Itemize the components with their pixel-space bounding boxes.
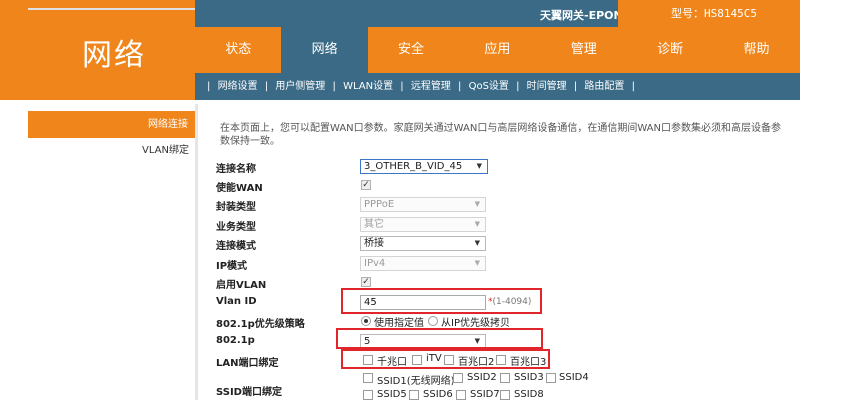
connection-mode-value: 桥接 (364, 238, 384, 249)
use-specified-radio[interactable] (361, 316, 371, 326)
connection-name-label: 连接名称 (216, 164, 256, 175)
ssid-binding-label: SSID端口绑定 (216, 387, 282, 398)
sidebar-item-network-connection[interactable]: 网络连接 (28, 111, 195, 138)
chevron-down-icon: ▼ (474, 239, 480, 247)
ssid-label: SSID8 (514, 389, 544, 400)
ssid-label: SSID7 (470, 389, 500, 400)
ssid-checkbox[interactable] (453, 373, 463, 383)
subnav-item-remote[interactable]: 远程管理 (411, 81, 451, 92)
connection-name-value: 3_OTHER_B_VID_45 (364, 161, 463, 172)
vlan-id-label: Vlan ID (216, 296, 257, 307)
row-ssid-binding: SSID端口绑定 SSID1(无线网络) SSID2 SSID3 SSID4 S… (213, 371, 613, 400)
logo-area: 网络 (0, 0, 195, 100)
chevron-down-icon: ▼ (474, 200, 480, 208)
sub-nav: | 网络设置 | 用户侧管理 | WLAN设置 | 远程管理 | QoS设置 |… (195, 73, 800, 100)
page-description: 在本页面上，您可以配置WAN口参数。家庭网关通过WAN口与高层网络设备通信，在通… (220, 123, 781, 147)
connection-name-select[interactable]: 3_OTHER_B_VID_45 ▼ (360, 159, 488, 174)
subnav-item-routing[interactable]: 路由配置 (584, 81, 624, 92)
main-nav: 状态 网络 安全 应用 管理 诊断 帮助 (195, 27, 800, 73)
subnav-separator: | (631, 81, 635, 92)
tab-diagnosis[interactable]: 诊断 (627, 27, 713, 73)
subnav-item-user-side[interactable]: 用户侧管理 (275, 81, 325, 92)
wan-config-panel: 在本页面上，您可以配置WAN口参数。家庭网关通过WAN口与高层网络设备通信，在通… (205, 100, 805, 400)
sidebar: 网络连接 VLAN绑定 (0, 100, 195, 400)
service-type-select[interactable]: 其它 ▼ (360, 217, 486, 232)
ssid-checkbox[interactable] (500, 390, 510, 400)
subnav-separator: | (400, 81, 404, 92)
header-right-blank (800, 0, 855, 100)
enable-wan-label: 使能WAN (216, 183, 263, 194)
row-connection-mode: 连接模式 桥接 ▼ (213, 234, 563, 254)
tab-status[interactable]: 状态 (195, 27, 281, 73)
highlight-box-vlan-id (341, 288, 542, 314)
subnav-item-time[interactable]: 时间管理 (527, 81, 567, 92)
enable-vlan-checkbox[interactable]: ✓ (361, 277, 371, 287)
subnav-separator: | (458, 81, 462, 92)
highlight-box-dot1p (336, 328, 543, 349)
sidebar-top-divider (28, 8, 195, 10)
ip-mode-value: IPv4 (364, 258, 386, 269)
ip-mode-select[interactable]: IPv4 ▼ (360, 256, 486, 271)
device-model: 型号：HS8145C5 (618, 0, 800, 27)
subnav-item-qos[interactable]: QoS设置 (469, 81, 509, 92)
ssid-checkbox[interactable] (500, 373, 510, 383)
tab-management[interactable]: 管理 (541, 27, 627, 73)
copy-from-ip-radio[interactable] (428, 316, 438, 326)
priority-policy-label: 802.1p优先级策略 (216, 319, 305, 330)
encapsulation-select[interactable]: PPPoE ▼ (360, 197, 486, 212)
encapsulation-value: PPPoE (364, 199, 395, 210)
copy-from-ip-label: 从IP优先级拷贝 (441, 318, 510, 329)
ssid-label: SSID3 (514, 372, 544, 383)
section-logo-text: 网络 (82, 38, 146, 73)
ssid-label: SSID5 (377, 389, 407, 400)
ssid-checkbox[interactable] (363, 373, 373, 383)
tab-help[interactable]: 帮助 (713, 27, 799, 73)
row-connection-name: 连接名称 3_OTHER_B_VID_45 ▼ (213, 157, 563, 177)
tab-application[interactable]: 应用 (454, 27, 540, 73)
row-encapsulation: 封装类型 PPPoE ▼ (213, 195, 563, 215)
highlight-box-lan-binding (341, 349, 550, 369)
subnav-separator: | (573, 81, 578, 92)
subnav-item-network-settings[interactable]: 网络设置 (218, 81, 258, 92)
router-admin-page: 网络 天翼网关-EPON 型号：HS8145C5 状态 网络 安全 应用 管理 … (0, 0, 855, 400)
ip-mode-label: IP模式 (216, 261, 248, 272)
use-specified-label: 使用指定值 (374, 318, 424, 329)
service-type-value: 其它 (364, 219, 384, 230)
ssid-label: SSID6 (423, 389, 453, 400)
subnav-separator: | (264, 81, 269, 92)
ssid-label: SSID4 (559, 372, 589, 383)
service-type-label: 业务类型 (216, 222, 256, 233)
top-bar: 天翼网关-EPON 型号：HS8145C5 (195, 0, 800, 27)
sidebar-item-vlan-binding[interactable]: VLAN绑定 (28, 141, 189, 161)
chevron-down-icon: ▼ (474, 259, 480, 267)
enable-vlan-label: 启用VLAN (216, 280, 267, 291)
ssid-label: SSID1(无线网络) (377, 376, 455, 387)
subnav-item-wlan[interactable]: WLAN设置 (343, 81, 393, 92)
ssid-checkbox[interactable] (546, 373, 556, 383)
lan-binding-label: LAN端口绑定 (216, 358, 279, 369)
connection-mode-select[interactable]: 桥接 ▼ (360, 236, 486, 251)
ssid-label: SSID2 (467, 372, 497, 383)
subnav-separator: | (207, 81, 211, 92)
chevron-down-icon: ▼ (476, 162, 482, 170)
device-name: 天翼网关-EPON (540, 9, 623, 22)
tab-security[interactable]: 安全 (368, 27, 454, 73)
ssid-checkbox[interactable] (363, 390, 373, 400)
subnav-separator: | (332, 81, 336, 92)
row-ip-mode: IP模式 IPv4 ▼ (213, 254, 563, 274)
enable-wan-checkbox[interactable]: ✓ (361, 180, 371, 190)
ssid-checkbox[interactable] (409, 390, 419, 400)
dot1p-label: 802.1p (216, 335, 255, 346)
tab-network[interactable]: 网络 (281, 27, 368, 73)
connection-mode-label: 连接模式 (216, 241, 256, 252)
subnav-separator: | (516, 81, 520, 92)
row-enable-wan: 使能WAN ✓ (213, 176, 563, 196)
row-service-type: 业务类型 其它 ▼ (213, 215, 563, 235)
encapsulation-label: 封装类型 (216, 202, 256, 213)
chevron-down-icon: ▼ (474, 220, 480, 228)
sidebar-divider (195, 104, 198, 400)
ssid-checkbox[interactable] (456, 390, 466, 400)
